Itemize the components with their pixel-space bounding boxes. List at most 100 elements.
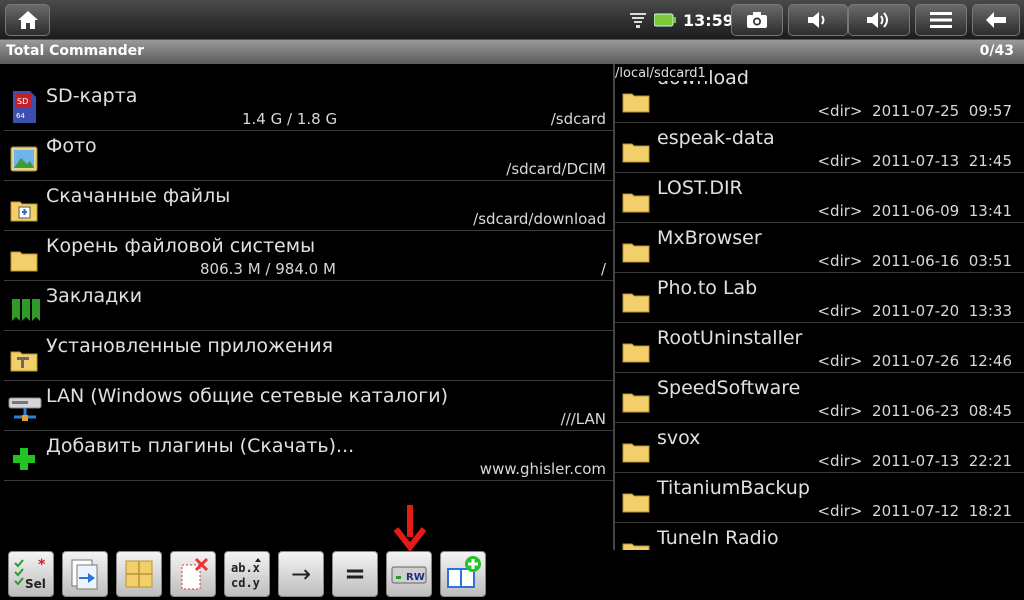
compare-button[interactable]: = (332, 551, 378, 597)
folder-row[interactable]: LOST.DIR <dir> 2011-06-09 13:41 (615, 173, 1024, 223)
folder-icon (622, 243, 650, 263)
volume-up-icon (867, 12, 888, 28)
rename-button[interactable]: ab.x cd.y (224, 551, 270, 597)
folder-row[interactable]: espeak-data <dir> 2011-07-13 21:45 (615, 123, 1024, 173)
delete-button[interactable] (170, 551, 216, 597)
folder-icon (622, 343, 650, 363)
photo-icon (10, 146, 38, 172)
folder-icon (622, 543, 650, 550)
item-name: LAN (Windows общие сетевые каталоги) (46, 385, 449, 407)
bottom-toolbar: * Sel ab.x cd.y → = RW (0, 550, 1024, 600)
home-icon (17, 11, 38, 29)
move-button[interactable]: → (278, 551, 324, 597)
folder-row[interactable]: Pho.to Lab <dir> 2011-07-20 13:33 (615, 273, 1024, 323)
folder-meta: <dir> 2011-07-25 09:57 (817, 102, 1012, 120)
delete-icon (181, 557, 209, 590)
wifi-icon (630, 0, 646, 40)
folder-name: Pho.to Lab (657, 277, 758, 299)
battery-icon (654, 0, 676, 40)
folder-meta: <dir> 2011-06-16 03:51 (817, 252, 1012, 270)
item-name: Скачанные файлы (46, 185, 231, 207)
folder-row[interactable]: MxBrowser <dir> 2011-06-16 03:51 (615, 223, 1024, 273)
item-path: /sdcard/download (473, 210, 606, 228)
menu-button[interactable] (915, 4, 967, 36)
svg-text:cd.y: cd.y (231, 576, 260, 590)
rw-label: RW (406, 572, 425, 583)
bookmarks-icon (12, 299, 40, 321)
item-path: www.ghisler.com (479, 460, 606, 478)
folder-meta: <dir> 2011-07-20 13:33 (817, 302, 1012, 320)
folder-icon (622, 93, 650, 113)
folder-row[interactable]: TitaniumBackup <dir> 2011-07-12 18:21 (615, 473, 1024, 523)
volume-down-button[interactable] (788, 4, 848, 36)
new-tab-button[interactable] (440, 551, 486, 597)
folder-name: SpeedSoftware (657, 377, 801, 399)
system-bar: 13:59 (0, 0, 1024, 40)
folder-icon (622, 193, 650, 213)
item-path: /sdcard/DCIM (506, 160, 606, 178)
select-button[interactable]: * Sel (8, 551, 54, 597)
list-item-installed-apps[interactable]: Установленные приложения (4, 331, 614, 381)
list-item-bookmarks[interactable]: Закладки (4, 281, 614, 331)
download-folder-icon (10, 201, 38, 222)
folder-meta: <dir> 2011-07-13 21:45 (817, 152, 1012, 170)
camera-icon (747, 12, 767, 28)
list-item-add-plugins[interactable]: Добавить плагины (Скачать)... www.ghisle… (4, 431, 614, 481)
selection-counter: 0/43 (979, 43, 1014, 59)
add-plugin-icon (13, 448, 35, 470)
screenshot-button[interactable] (731, 4, 783, 36)
list-item-root[interactable]: Корень файловой системы 806.3 M / 984.0 … (4, 231, 614, 281)
folder-meta: <dir> 2011-06-09 13:41 (817, 202, 1012, 220)
new-tab-icon (447, 556, 481, 588)
home-button[interactable] (5, 4, 50, 36)
item-name: Фото (46, 135, 97, 157)
folder-meta: <dir> 2011-07-26 12:46 (817, 352, 1012, 370)
title-bar: Total Commander 0/43 (0, 40, 1024, 64)
svg-text:SD: SD (17, 97, 28, 106)
pack-button[interactable] (116, 551, 162, 597)
pack-icon (125, 560, 153, 588)
folder-name: espeak-data (657, 127, 775, 149)
list-item-downloads[interactable]: Скачанные файлы /sdcard/download (4, 181, 614, 231)
select-icon: * Sel (14, 557, 46, 591)
item-name: Добавить плагины (Скачать)... (46, 435, 355, 457)
status-clock: 13:59 (683, 10, 734, 30)
item-name: Закладки (46, 285, 143, 307)
left-panel: SD 64 SD-карта 1.4 G / 1.8 G /sdcard Фот… (0, 64, 614, 550)
svg-text:ab.x: ab.x (231, 561, 260, 575)
item-path: / (600, 260, 606, 278)
rename-icon: ab.x cd.y (231, 558, 261, 590)
list-item-lan[interactable]: LAN (Windows общие сетевые каталоги) ///… (4, 381, 614, 431)
sel-label: Sel (25, 577, 46, 591)
copy-icon (71, 559, 98, 590)
volume-up-button[interactable] (848, 4, 910, 36)
item-name: Корень файловой системы (46, 235, 316, 257)
folder-name: TuneIn Radio (657, 527, 779, 549)
folder-name: LOST.DIR (657, 177, 743, 199)
folder-name: RootUninstaller (657, 327, 803, 349)
folder-icon (622, 443, 650, 463)
item-name: Установленные приложения (46, 335, 333, 357)
arrow-right-icon: → (290, 560, 312, 588)
folder-name: TitaniumBackup (657, 477, 810, 499)
folder-icon (622, 293, 650, 313)
volume-down-icon (808, 12, 825, 28)
remount-rw-button[interactable]: RW (386, 551, 432, 597)
copy-button[interactable] (62, 551, 108, 597)
folder-meta: <dir> 2011-07-13 22:21 (817, 452, 1012, 470)
folder-row[interactable]: RootUninstaller <dir> 2011-07-26 12:46 (615, 323, 1024, 373)
folder-row[interactable]: SpeedSoftware <dir> 2011-06-23 08:45 (615, 373, 1024, 423)
right-panel: download <dir> 2011-07-25 09:57 espeak-d… (615, 64, 1024, 550)
item-name: SD-карта (46, 85, 138, 107)
apps-folder-icon (10, 351, 38, 372)
back-button[interactable] (972, 4, 1020, 36)
folder-row[interactable]: TuneIn Radio (615, 523, 1024, 550)
folder-row[interactable]: svox <dir> 2011-07-13 22:21 (615, 423, 1024, 473)
list-item-photo[interactable]: Фото /sdcard/DCIM (4, 131, 614, 181)
folder-icon (622, 493, 650, 513)
folder-icon (622, 143, 650, 163)
lan-icon (8, 397, 42, 421)
list-item-sd-card[interactable]: SD 64 SD-карта 1.4 G / 1.8 G /sdcard (4, 81, 614, 131)
svg-text:*: * (38, 557, 46, 573)
annotation-arrow (393, 505, 427, 551)
